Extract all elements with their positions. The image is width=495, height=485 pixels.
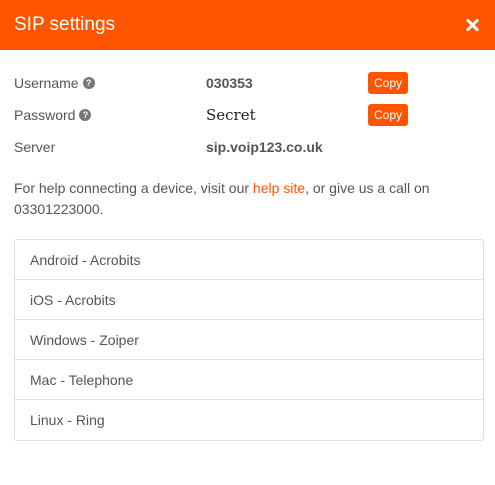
password-label-wrap: Password ?: [14, 107, 206, 123]
help-text-prefix: For help connecting a device, visit our: [14, 180, 253, 196]
copy-username-button[interactable]: Copy: [368, 72, 409, 94]
modal-body: Username ? 030353 Copy Password ? Secret…: [0, 50, 495, 441]
question-circle-icon[interactable]: ?: [79, 109, 92, 121]
close-icon[interactable]: [463, 16, 481, 34]
server-label: Server: [14, 139, 56, 155]
server-value: sip.voip123.co.uk: [206, 139, 323, 155]
password-row: Password ? Secret Copy: [14, 99, 481, 131]
help-site-link[interactable]: help site: [253, 180, 305, 196]
device-item-mac[interactable]: Mac - Telephone: [15, 360, 483, 400]
device-item-linux[interactable]: Linux - Ring: [15, 400, 483, 440]
password-label: Password: [14, 107, 76, 123]
username-value: 030353: [206, 75, 253, 91]
password-value: Secret: [206, 106, 256, 124]
server-label-wrap: Server: [14, 139, 206, 155]
modal-title: SIP settings: [14, 14, 116, 35]
modal-header: SIP settings: [0, 0, 495, 50]
username-label-wrap: Username ?: [14, 75, 206, 91]
device-item-ios[interactable]: iOS - Acrobits: [15, 280, 483, 320]
device-item-android[interactable]: Android - Acrobits: [15, 240, 483, 280]
device-list: Android - Acrobits iOS - Acrobits Window…: [14, 239, 484, 441]
username-label: Username: [14, 75, 79, 91]
device-item-windows[interactable]: Windows - Zoiper: [15, 320, 483, 360]
question-circle-icon[interactable]: ?: [82, 77, 95, 89]
server-row: Server sip.voip123.co.uk: [14, 131, 481, 163]
username-row: Username ? 030353 Copy: [14, 67, 481, 99]
help-text: For help connecting a device, visit our …: [14, 178, 474, 220]
sip-settings-modal: SIP settings Username ? 030353 Copy Pass…: [0, 0, 495, 485]
copy-password-button[interactable]: Copy: [368, 104, 409, 126]
